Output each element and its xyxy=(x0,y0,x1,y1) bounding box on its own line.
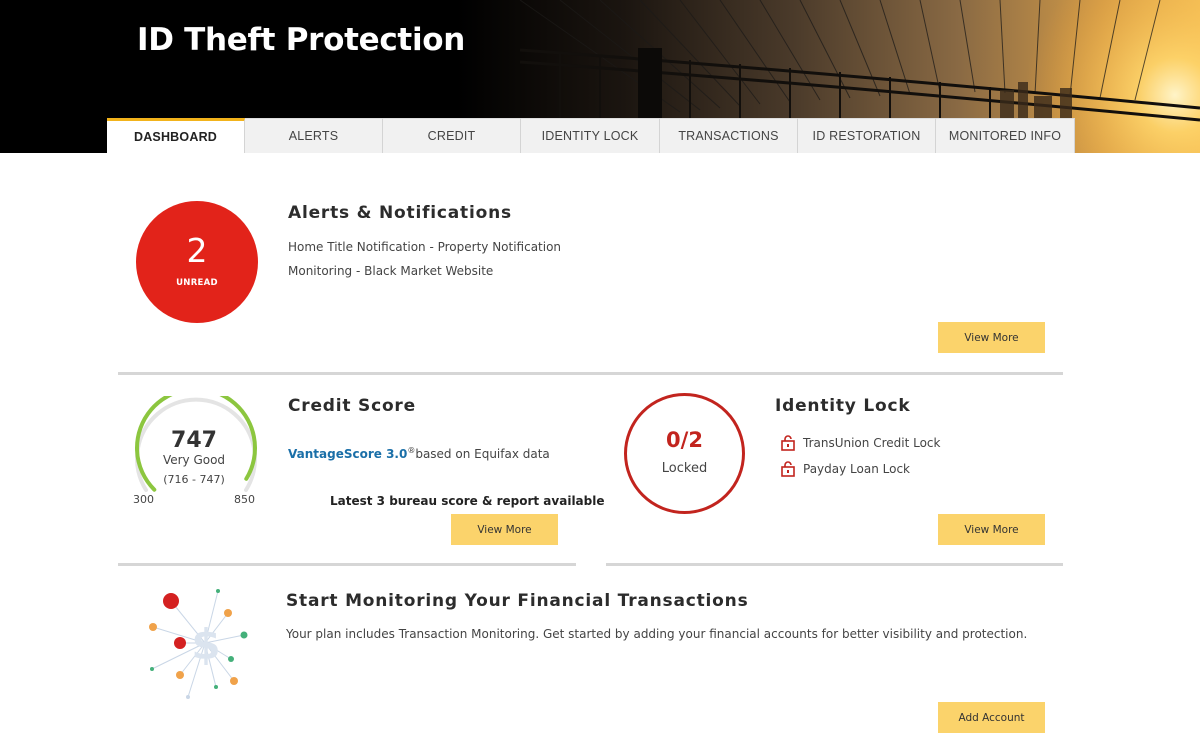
alert-item[interactable]: Monitoring - Black Market Website xyxy=(288,264,493,278)
section-divider xyxy=(606,563,1063,566)
lock-count: 0/2 xyxy=(666,428,703,452)
credit-score-range: (716 - 747) xyxy=(163,473,225,486)
tab-alerts[interactable]: ALERTS xyxy=(245,118,383,153)
transactions-title: Start Monitoring Your Financial Transact… xyxy=(286,591,749,611)
tab-monitored-info[interactable]: MONITORED INFO xyxy=(936,118,1075,153)
page-title: ID Theft Protection xyxy=(137,22,466,58)
tab-id-restoration[interactable]: ID RESTORATION xyxy=(798,118,936,153)
add-account-button[interactable]: Add Account xyxy=(938,702,1045,733)
svg-text:$: $ xyxy=(191,620,220,669)
transactions-description: Your plan includes Transaction Monitorin… xyxy=(286,627,1028,641)
lock-item-label: TransUnion Credit Lock xyxy=(803,436,941,450)
unread-label: UNREAD xyxy=(176,278,218,288)
lock-status-label: Locked xyxy=(661,461,708,476)
bureau-report-note: Latest 3 bureau score & report available xyxy=(330,494,605,508)
lock-item-label: Payday Loan Lock xyxy=(803,462,910,476)
credit-score-rating: Very Good xyxy=(162,453,226,467)
tab-transactions[interactable]: TRANSACTIONS xyxy=(660,118,798,153)
identity-lock-view-more-button[interactable]: View More xyxy=(938,514,1045,545)
unread-count: 2 xyxy=(186,231,208,270)
main-tabs: DASHBOARD ALERTS CREDIT IDENTITY LOCK TR… xyxy=(107,118,1075,153)
credit-view-more-button[interactable]: View More xyxy=(451,514,558,545)
gauge-min-label: 300 xyxy=(133,493,154,506)
vantage-score-link[interactable]: VantageScore 3.0 xyxy=(288,447,407,461)
alerts-title: Alerts & Notifications xyxy=(288,203,512,223)
tab-credit[interactable]: CREDIT xyxy=(383,118,521,153)
alerts-view-more-button[interactable]: View More xyxy=(938,322,1045,353)
lock-item-payday-loan[interactable]: Payday Loan Lock xyxy=(781,461,910,477)
transactions-network-illustration: $ xyxy=(149,589,248,699)
identity-lock-title: Identity Lock xyxy=(775,396,911,416)
lock-item-transunion[interactable]: TransUnion Credit Lock xyxy=(781,435,940,451)
tab-dashboard[interactable]: DASHBOARD xyxy=(107,118,245,153)
unlock-icon xyxy=(781,461,795,477)
identity-lock-status[interactable]: 0/2 Locked xyxy=(624,393,745,514)
credit-score-model: VantageScore 3.0®based on Equifax data xyxy=(288,446,550,461)
credit-score-value: 747 xyxy=(171,428,217,453)
alert-item[interactable]: Home Title Notification - Property Notif… xyxy=(288,240,561,254)
section-divider xyxy=(118,372,1063,375)
credit-score-title: Credit Score xyxy=(288,396,416,416)
gauge-max-label: 850 xyxy=(234,493,255,506)
unread-alerts-badge[interactable]: 2 UNREAD xyxy=(136,201,258,323)
unlock-icon xyxy=(781,435,795,451)
section-divider xyxy=(118,563,576,566)
tab-identity-lock[interactable]: IDENTITY LOCK xyxy=(521,118,660,153)
credit-score-source: based on Equifax data xyxy=(415,447,550,461)
